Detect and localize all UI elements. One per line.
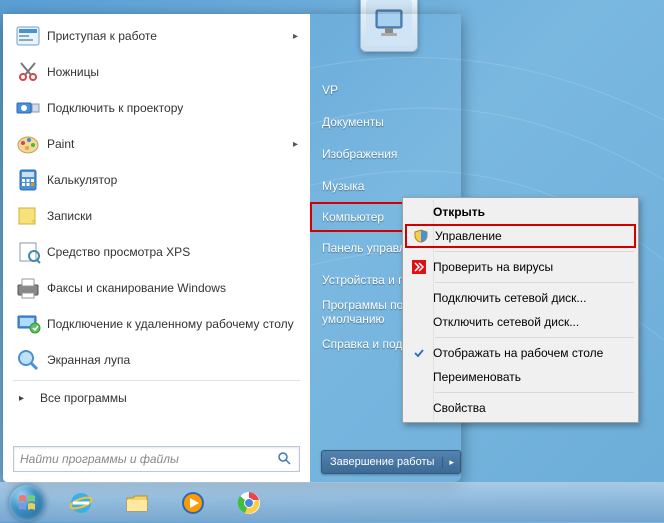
app-label: Подключение к удаленному рабочему столу <box>43 317 300 331</box>
all-programs-button[interactable]: ▸ Все программы <box>7 383 306 413</box>
computer-context-menu: Открыть Управление Проверить на вирусы П… <box>402 197 639 423</box>
right-item-documents[interactable]: Документы <box>310 106 461 138</box>
app-remote-desktop[interactable]: Подключение к удаленному рабочему столу <box>7 306 306 342</box>
sticky-notes-icon <box>13 203 43 229</box>
ctx-manage[interactable]: Управление <box>405 224 636 248</box>
ctx-properties[interactable]: Свойства <box>405 396 636 420</box>
submenu-arrow-icon: ▸ <box>293 139 298 150</box>
right-item-pictures[interactable]: Изображения <box>310 138 461 170</box>
remote-desktop-icon <box>13 311 43 337</box>
media-player-icon <box>179 489 207 517</box>
ctx-scan-virus[interactable]: Проверить на вирусы <box>405 255 636 279</box>
app-label: Paint <box>43 137 300 151</box>
app-sticky-notes[interactable]: Записки <box>7 198 306 234</box>
chrome-icon <box>235 489 263 517</box>
ctx-unmap-drive[interactable]: Отключить сетевой диск... <box>405 310 636 334</box>
windows-logo-icon <box>17 493 37 513</box>
start-button[interactable] <box>4 483 50 523</box>
app-label: Экранная лупа <box>43 353 300 367</box>
calculator-icon <box>13 167 43 193</box>
taskbar-ie[interactable] <box>56 486 106 520</box>
app-projector[interactable]: Подключить к проектору <box>7 90 306 126</box>
ctx-show-desktop[interactable]: Отображать на рабочем столе <box>405 341 636 365</box>
app-xps-viewer[interactable]: Средство просмотра XPS <box>7 234 306 270</box>
scissors-icon <box>13 59 43 85</box>
submenu-arrow-icon: ▸ <box>293 31 298 42</box>
ctx-map-drive[interactable]: Подключить сетевой диск... <box>405 286 636 310</box>
app-fax-scan[interactable]: Факсы и сканирование Windows <box>7 270 306 306</box>
separator <box>435 251 634 252</box>
app-getting-started[interactable]: Приступая к работе ▸ <box>7 18 306 54</box>
taskbar-chrome[interactable] <box>224 486 274 520</box>
checkmark-icon <box>405 347 433 359</box>
shutdown-dropdown-arrow-icon[interactable]: ▸ <box>442 457 460 468</box>
app-label: Ножницы <box>43 65 300 79</box>
taskbar-media-player[interactable] <box>168 486 218 520</box>
app-label: Подключить к проектору <box>43 101 300 115</box>
app-label: Факсы и сканирование Windows <box>43 281 300 295</box>
ctx-open[interactable]: Открыть <box>405 200 636 224</box>
separator <box>435 282 634 283</box>
magnifier-icon <box>13 347 43 373</box>
app-label: Приступая к работе <box>43 29 300 43</box>
kaspersky-icon <box>405 260 433 274</box>
separator <box>435 392 634 393</box>
ie-icon <box>67 489 95 517</box>
search-placeholder: Найти программы и файлы <box>20 452 179 466</box>
shield-icon <box>407 229 435 243</box>
taskbar <box>0 482 664 522</box>
start-menu: Приступая к работе ▸ Ножницы Подключить … <box>3 14 461 482</box>
ctx-rename[interactable]: Переименовать <box>405 365 636 389</box>
start-menu-left-panel: Приступая к работе ▸ Ножницы Подключить … <box>3 14 310 482</box>
paint-palette-icon <box>13 131 43 157</box>
taskbar-explorer[interactable] <box>112 486 162 520</box>
app-paint[interactable]: Paint ▸ <box>7 126 306 162</box>
shutdown-button[interactable]: Завершение работы ▸ <box>321 450 461 474</box>
getting-started-icon <box>13 23 43 49</box>
all-programs-label: Все программы <box>40 391 127 405</box>
search-input[interactable]: Найти программы и файлы <box>13 446 300 472</box>
xps-viewer-icon <box>13 239 43 265</box>
fax-icon <box>13 275 43 301</box>
app-label: Записки <box>43 209 300 223</box>
folder-icon <box>123 489 151 517</box>
app-label: Средство просмотра XPS <box>43 245 300 259</box>
divider <box>13 380 300 381</box>
app-magnifier[interactable]: Экранная лупа <box>7 342 306 378</box>
app-calculator[interactable]: Калькулятор <box>7 162 306 198</box>
app-label: Калькулятор <box>43 173 300 187</box>
separator <box>435 337 634 338</box>
right-item-user[interactable]: VP <box>310 74 461 106</box>
all-programs-arrow-icon: ▸ <box>19 393 24 404</box>
search-icon <box>277 451 293 467</box>
shutdown-label: Завершение работы <box>322 456 442 468</box>
app-snipping-tool[interactable]: Ножницы <box>7 54 306 90</box>
projector-icon <box>13 95 43 121</box>
